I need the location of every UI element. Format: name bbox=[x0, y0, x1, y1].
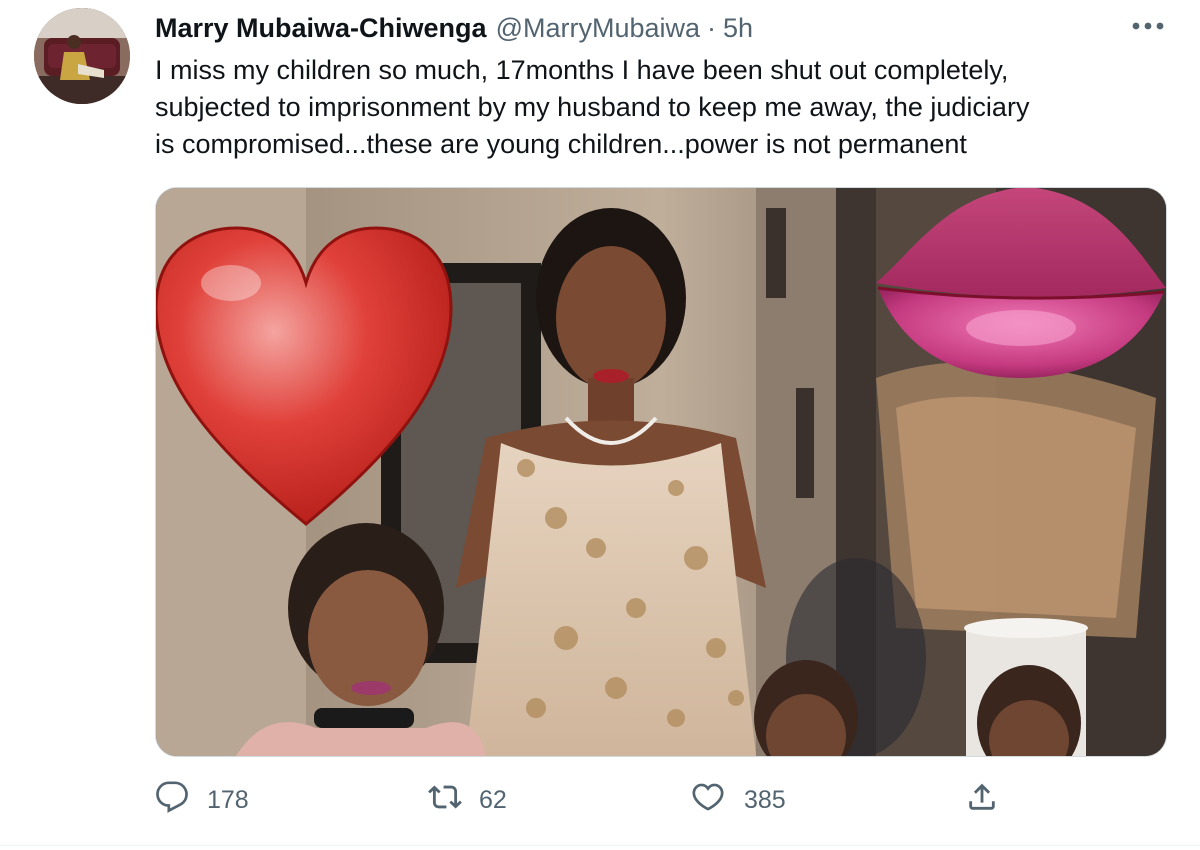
retweet-button[interactable]: 62 bbox=[425, 778, 507, 822]
avatar[interactable] bbox=[34, 8, 130, 104]
reply-count: 178 bbox=[207, 785, 249, 814]
timestamp[interactable]: 5h bbox=[723, 13, 753, 44]
divider bbox=[0, 845, 1200, 846]
share-button[interactable] bbox=[965, 778, 999, 822]
heart-icon bbox=[690, 780, 726, 821]
like-count: 385 bbox=[744, 785, 786, 814]
more-horizontal-icon bbox=[1131, 18, 1165, 36]
tweet-text: I miss my children so much, 17months I h… bbox=[155, 52, 1165, 163]
author-handle[interactable]: @MarryMubaiwa bbox=[496, 13, 700, 44]
retweet-count: 62 bbox=[479, 785, 507, 814]
tweet: Marry Mubaiwa-Chiwenga @MarryMubaiwa · 5… bbox=[0, 0, 1200, 850]
tweet-text-line: subjected to imprisonment by my husband … bbox=[155, 92, 1030, 122]
tweet-actions: 178 62 385 bbox=[155, 778, 1165, 822]
tweet-text-line: is compromised...these are young childre… bbox=[155, 129, 967, 159]
share-icon bbox=[965, 780, 999, 821]
author-name[interactable]: Marry Mubaiwa-Chiwenga bbox=[155, 13, 487, 44]
reply-button[interactable]: 178 bbox=[155, 778, 249, 822]
more-button[interactable] bbox=[1128, 12, 1168, 42]
like-button[interactable]: 385 bbox=[690, 778, 786, 822]
tweet-text-line: I miss my children so much, 17months I h… bbox=[155, 55, 1009, 85]
tweet-header: Marry Mubaiwa-Chiwenga @MarryMubaiwa · 5… bbox=[155, 8, 753, 48]
retweet-icon bbox=[425, 780, 465, 821]
tweet-photo[interactable] bbox=[155, 187, 1167, 757]
reply-icon bbox=[155, 780, 189, 821]
separator: · bbox=[707, 12, 717, 43]
